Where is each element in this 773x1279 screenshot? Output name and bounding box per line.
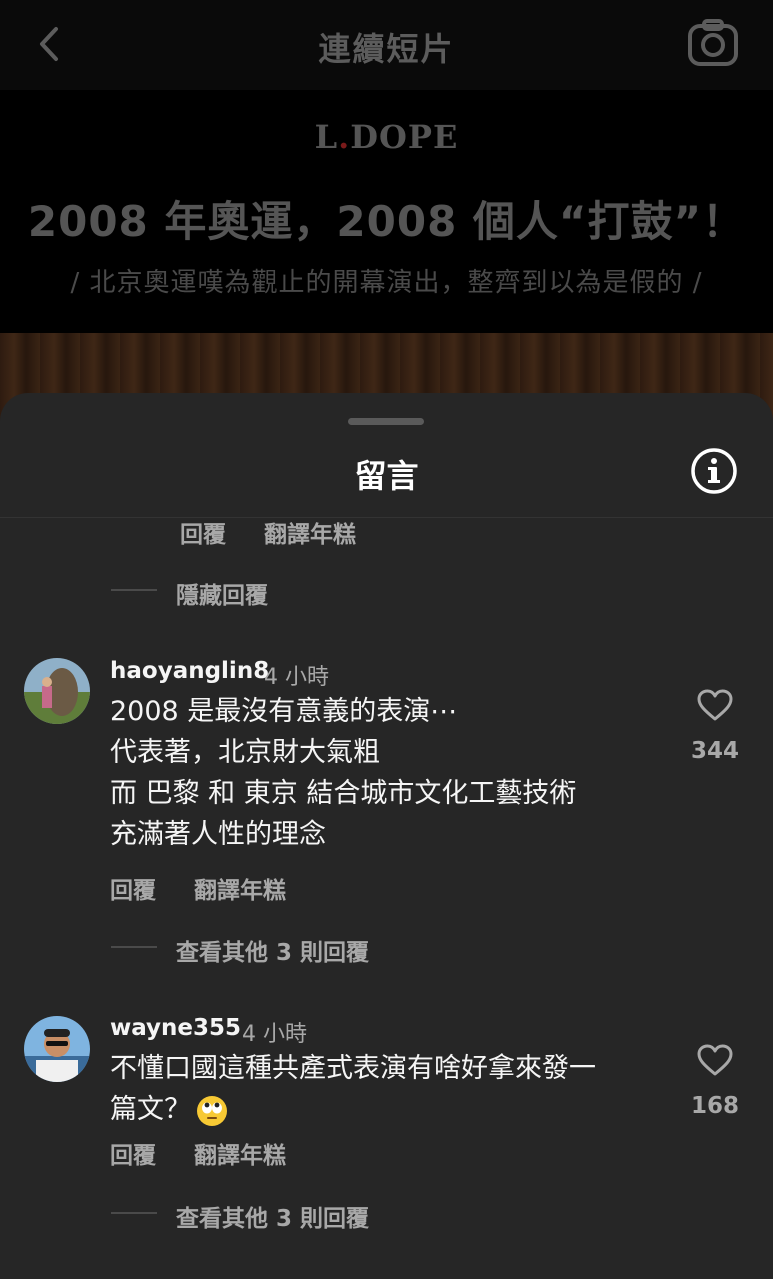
reply-button[interactable]: 回覆 [180, 515, 226, 549]
reply-button[interactable]: 回覆 [110, 1136, 156, 1170]
comment-time: 4 小時 [264, 665, 329, 690]
video-subline: / 北京奧運嘆為觀止的開幕演出，整齊到以為是假的 / [70, 268, 703, 298]
comments-sheet: 留言 回覆 翻譯年糕 隱藏回覆 haoyanglin8 4 小時 2008 是最… [0, 393, 773, 1279]
heart-icon[interactable] [696, 1043, 734, 1077]
info-icon[interactable] [690, 447, 738, 495]
comment-username[interactable]: wayne355 [110, 1015, 241, 1041]
translate-button[interactable]: 翻譯年糕 [194, 1136, 286, 1170]
video-preview[interactable]: L.DOPE 2008 年奧運，2008 個人“打鼓”！ / 北京奧運嘆為觀止的… [0, 90, 773, 423]
translate-button[interactable]: 翻譯年糕 [194, 871, 286, 905]
avatar[interactable] [24, 1016, 90, 1082]
sheet-divider [0, 517, 773, 518]
sheet-title: 留言 [354, 457, 419, 495]
sheet-grabber[interactable] [348, 418, 424, 425]
face-with-rolling-eyes-icon [197, 1095, 227, 1126]
comment-username[interactable]: haoyanglin8 [110, 658, 269, 684]
video-brand-logo: L.DOPE [314, 118, 459, 156]
camera-icon[interactable] [686, 18, 740, 68]
view-replies-button[interactable]: 查看其他 3 則回覆 [176, 933, 369, 967]
comment-text: 2008 是最沒有意義的表演⋯ 代表著，北京財大氣粗 而 巴黎 和 東京 結合城… [110, 696, 577, 850]
view-replies-button[interactable]: 查看其他 3 則回覆 [176, 1199, 369, 1233]
comment-time: 4 小時 [242, 1022, 307, 1047]
comment-text: 不懂口國這種共產式表演有啥好拿來發一 篇文？ [110, 1053, 596, 1126]
page-title: 連續短片 [318, 30, 455, 68]
thread-line [111, 946, 157, 948]
top-bar: 連續短片 [0, 0, 773, 90]
video-headline: 2008 年奧運，2008 個人“打鼓”！ [27, 197, 746, 246]
avatar[interactable] [24, 658, 90, 724]
like-count: 344 [690, 738, 739, 764]
heart-icon[interactable] [696, 688, 734, 722]
translate-button[interactable]: 翻譯年糕 [264, 515, 356, 549]
thread-line [111, 1212, 157, 1214]
hide-replies-button[interactable]: 隱藏回覆 [176, 576, 268, 610]
thread-line [111, 589, 157, 591]
reply-button[interactable]: 回覆 [110, 871, 156, 905]
like-count: 168 [690, 1093, 739, 1119]
